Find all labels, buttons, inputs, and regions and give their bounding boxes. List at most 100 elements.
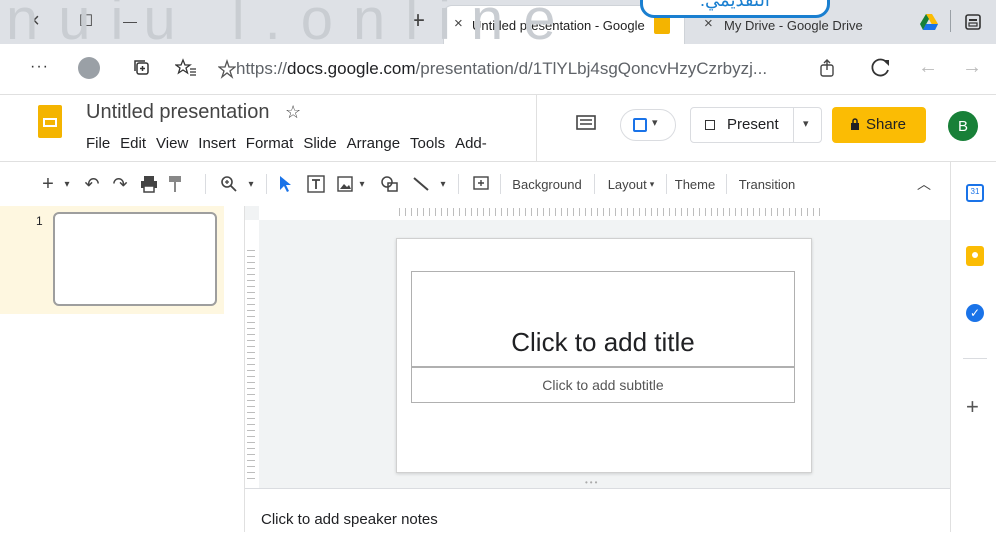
address-bar: ··· https://docs.google.com/presentation… bbox=[0, 44, 996, 95]
profile-avatar-icon[interactable] bbox=[78, 57, 100, 79]
restore-icon: ☐ bbox=[78, 13, 94, 30]
logo-inner bbox=[43, 118, 57, 127]
background-button[interactable]: Background bbox=[510, 162, 584, 206]
title-placeholder[interactable]: Click to add title bbox=[411, 271, 795, 367]
notes-resize-handle[interactable]: ••• bbox=[585, 478, 599, 487]
comment-history-icon[interactable] bbox=[576, 115, 596, 133]
callout-text: التقديمي. bbox=[700, 0, 770, 10]
present-button[interactable]: Present ▾ bbox=[690, 107, 822, 143]
chevron-down-icon[interactable]: ▾ bbox=[244, 162, 258, 206]
chevron-down-icon[interactable]: ▾ bbox=[803, 117, 809, 130]
vertical-ruler[interactable] bbox=[245, 220, 259, 488]
chevron-down-icon[interactable]: ▾ bbox=[436, 162, 450, 206]
browser-tab-bar: × ☐ — + × Untitled presentation - Google… bbox=[0, 0, 996, 45]
tab-actions-icon[interactable] bbox=[964, 13, 982, 31]
divider bbox=[950, 10, 951, 32]
more-menu-icon[interactable]: ··· bbox=[30, 58, 49, 76]
get-addons-icon[interactable]: + bbox=[966, 394, 979, 420]
divider bbox=[266, 174, 267, 194]
favorites-icon[interactable] bbox=[175, 58, 197, 78]
close-window-button[interactable]: × bbox=[20, 8, 48, 34]
menu-arrange[interactable]: Arrange bbox=[347, 135, 400, 152]
editor-toolbar: + ▾ ↶ ↷ ▾ ▾ ▾ Background Layout ▾ Theme T… bbox=[0, 162, 950, 207]
slide-canvas-area: Click to add title Click to add subtitle… bbox=[245, 206, 950, 488]
select-pointer-icon[interactable] bbox=[278, 175, 292, 193]
title-placeholder-text: Click to add title bbox=[511, 327, 695, 357]
slide[interactable]: Click to add title Click to add subtitle bbox=[396, 238, 812, 473]
share-page-icon[interactable] bbox=[818, 58, 836, 78]
image-icon[interactable] bbox=[336, 175, 354, 193]
side-panel: 31 ✓ + bbox=[950, 162, 996, 532]
present-to-meet-icon bbox=[633, 118, 647, 132]
restore-window-button[interactable]: ☐ bbox=[72, 8, 100, 34]
undo-icon[interactable]: ↶ bbox=[82, 162, 102, 206]
redo-icon[interactable]: ↷ bbox=[110, 162, 130, 206]
slide-thumbnail[interactable] bbox=[53, 212, 217, 306]
back-arrow-icon[interactable]: ← bbox=[918, 56, 938, 79]
menu-slide[interactable]: Slide bbox=[303, 135, 336, 152]
layout-button[interactable]: Layout ▾ bbox=[602, 162, 660, 206]
menu-format[interactable]: Format bbox=[246, 135, 294, 152]
divider bbox=[963, 358, 987, 359]
menu-file[interactable]: File bbox=[86, 135, 110, 152]
chevron-down-icon[interactable]: ▾ bbox=[60, 162, 74, 206]
slides-logo-icon[interactable] bbox=[38, 105, 62, 138]
annotation-callout: التقديمي. bbox=[640, 0, 830, 18]
url-field[interactable]: https://docs.google.com/presentation/d/1… bbox=[236, 53, 816, 85]
text-box-icon[interactable] bbox=[306, 174, 326, 194]
chevron-down-icon: ▾ bbox=[652, 117, 658, 129]
speaker-notes-placeholder: Click to add speaker notes bbox=[261, 511, 438, 528]
document-title[interactable]: Untitled presentation ☆ bbox=[86, 101, 301, 124]
menu-tools[interactable]: Tools bbox=[410, 135, 445, 152]
menu-edit[interactable]: Edit bbox=[120, 135, 146, 152]
divider bbox=[458, 174, 459, 194]
new-tab-button[interactable]: + bbox=[404, 7, 432, 34]
minimize-icon: — bbox=[123, 13, 137, 29]
keep-bulb bbox=[972, 252, 978, 258]
star-icon[interactable]: ☆ bbox=[285, 102, 301, 122]
speaker-notes[interactable]: Click to add speaker notes bbox=[245, 488, 950, 533]
close-icon: × bbox=[28, 9, 40, 32]
present-label: Present bbox=[727, 116, 779, 133]
ruler-ticks bbox=[399, 208, 823, 216]
transition-button[interactable]: Transition bbox=[734, 162, 800, 206]
slide-filmstrip: 1 bbox=[0, 206, 245, 532]
zoom-icon[interactable] bbox=[220, 175, 238, 193]
print-icon[interactable] bbox=[140, 175, 158, 193]
present-icon bbox=[705, 120, 715, 130]
document-title-text: Untitled presentation bbox=[86, 101, 270, 123]
refresh-icon[interactable] bbox=[870, 57, 892, 79]
add-comment-icon[interactable] bbox=[472, 175, 490, 193]
theme-button[interactable]: Theme bbox=[674, 162, 716, 206]
menu-insert[interactable]: Insert bbox=[198, 135, 236, 152]
keep-icon[interactable] bbox=[966, 246, 984, 266]
menu-addons[interactable]: Add- bbox=[455, 135, 487, 152]
share-label: Share bbox=[866, 116, 907, 133]
line-icon[interactable] bbox=[412, 175, 430, 193]
meet-button[interactable]: ▾ bbox=[620, 109, 676, 141]
star-add-icon[interactable] bbox=[218, 59, 236, 79]
paint-format-icon[interactable] bbox=[168, 175, 182, 193]
collections-icon[interactable] bbox=[132, 58, 152, 78]
account-avatar[interactable]: B bbox=[948, 111, 978, 141]
collapse-menus-icon[interactable]: ︿ bbox=[914, 162, 934, 206]
tab-close-icon[interactable]: × bbox=[454, 15, 463, 32]
forward-arrow-icon[interactable]: → bbox=[962, 56, 982, 79]
divider bbox=[500, 174, 501, 194]
google-drive-icon[interactable] bbox=[920, 14, 938, 30]
calendar-icon[interactable]: 31 bbox=[966, 184, 984, 202]
subtitle-placeholder[interactable]: Click to add subtitle bbox=[411, 367, 795, 403]
chevron-down-icon[interactable]: ▾ bbox=[356, 162, 368, 206]
menu-view[interactable]: View bbox=[156, 135, 188, 152]
selected-slide-row[interactable]: 1 bbox=[0, 206, 224, 314]
new-slide-icon[interactable]: + bbox=[38, 162, 58, 206]
horizontal-ruler[interactable] bbox=[259, 206, 950, 220]
minimize-window-button[interactable]: — bbox=[116, 8, 144, 34]
url-scheme: https:// bbox=[236, 59, 288, 78]
share-button[interactable]: Share bbox=[832, 107, 926, 143]
url-domain: docs.google.com bbox=[287, 59, 416, 78]
tasks-icon[interactable]: ✓ bbox=[966, 304, 984, 322]
shape-icon[interactable] bbox=[380, 175, 400, 193]
divider bbox=[594, 174, 595, 194]
plus-icon: + bbox=[410, 7, 425, 34]
